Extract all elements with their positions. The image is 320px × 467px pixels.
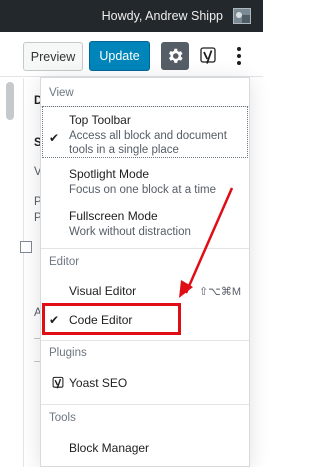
menu-item-yoast-seo[interactable]: Yoast SEO (41, 370, 249, 396)
menu-item-visual-editor[interactable]: Visual Editor ⇧⌥⌘M (41, 278, 249, 304)
keyboard-shortcut: ⇧⌥⌘M (198, 286, 241, 298)
menu-section-tools-title: Tools (49, 412, 76, 424)
menu-section-editor-title: Editor (49, 256, 80, 268)
yoast-button[interactable] (196, 44, 220, 68)
yoast-icon (52, 376, 64, 389)
checkmark-icon: ✔ (49, 131, 60, 145)
menu-divider (41, 404, 249, 405)
gear-icon (169, 48, 183, 63)
menu-item-label: Fullscreen Mode (69, 209, 158, 223)
more-dot (237, 54, 241, 58)
menu-item-label: Yoast SEO (69, 376, 128, 390)
menu-item-label: Spotlight Mode (69, 167, 150, 181)
menu-item-block-manager[interactable]: Block Manager (41, 436, 249, 462)
menu-section-plugins-title: Plugins (49, 347, 87, 359)
menu-item-label: Top Toolbar (69, 113, 131, 127)
highlight-box (42, 303, 181, 335)
menu-item-label: Block Manager (69, 441, 150, 455)
settings-button[interactable] (161, 42, 189, 70)
editor-header: Preview Update (0, 32, 263, 77)
yoast-icon (200, 47, 216, 64)
more-dot (237, 47, 241, 51)
admin-bar: Howdy, Andrew Shipp (0, 0, 263, 32)
sidebar-scrollbar[interactable] (6, 82, 14, 120)
menu-section-view-title: View (49, 87, 74, 99)
menu-item-label: Visual Editor (69, 284, 137, 298)
menu-item-description: Focus on one block at a time (69, 184, 217, 196)
menu-item-description: Access all block and document tools in a… (69, 130, 227, 156)
menu-item-description: Work without distraction (69, 226, 191, 238)
menu-item-spotlight-mode[interactable]: Spotlight Mode Focus on one block at a t… (41, 160, 249, 204)
user-avatar[interactable] (233, 8, 251, 24)
howdy-user-link[interactable]: Howdy, Andrew Shipp (102, 9, 223, 23)
menu-divider (41, 248, 249, 249)
sidebar-checkbox[interactable] (20, 241, 32, 253)
update-button[interactable]: Update (89, 41, 150, 71)
more-tools-menu: View ✔ Top Toolbar Access all block and … (40, 77, 250, 467)
more-tools-button[interactable] (229, 44, 249, 68)
more-dot (237, 61, 241, 65)
menu-item-top-toolbar[interactable]: ✔ Top Toolbar Access all block and docum… (41, 106, 249, 160)
menu-item-fullscreen-mode[interactable]: Fullscreen Mode Work without distraction (41, 204, 249, 250)
preview-button[interactable]: Preview (23, 42, 83, 71)
document-sidebar (0, 78, 24, 467)
menu-divider (41, 340, 249, 341)
